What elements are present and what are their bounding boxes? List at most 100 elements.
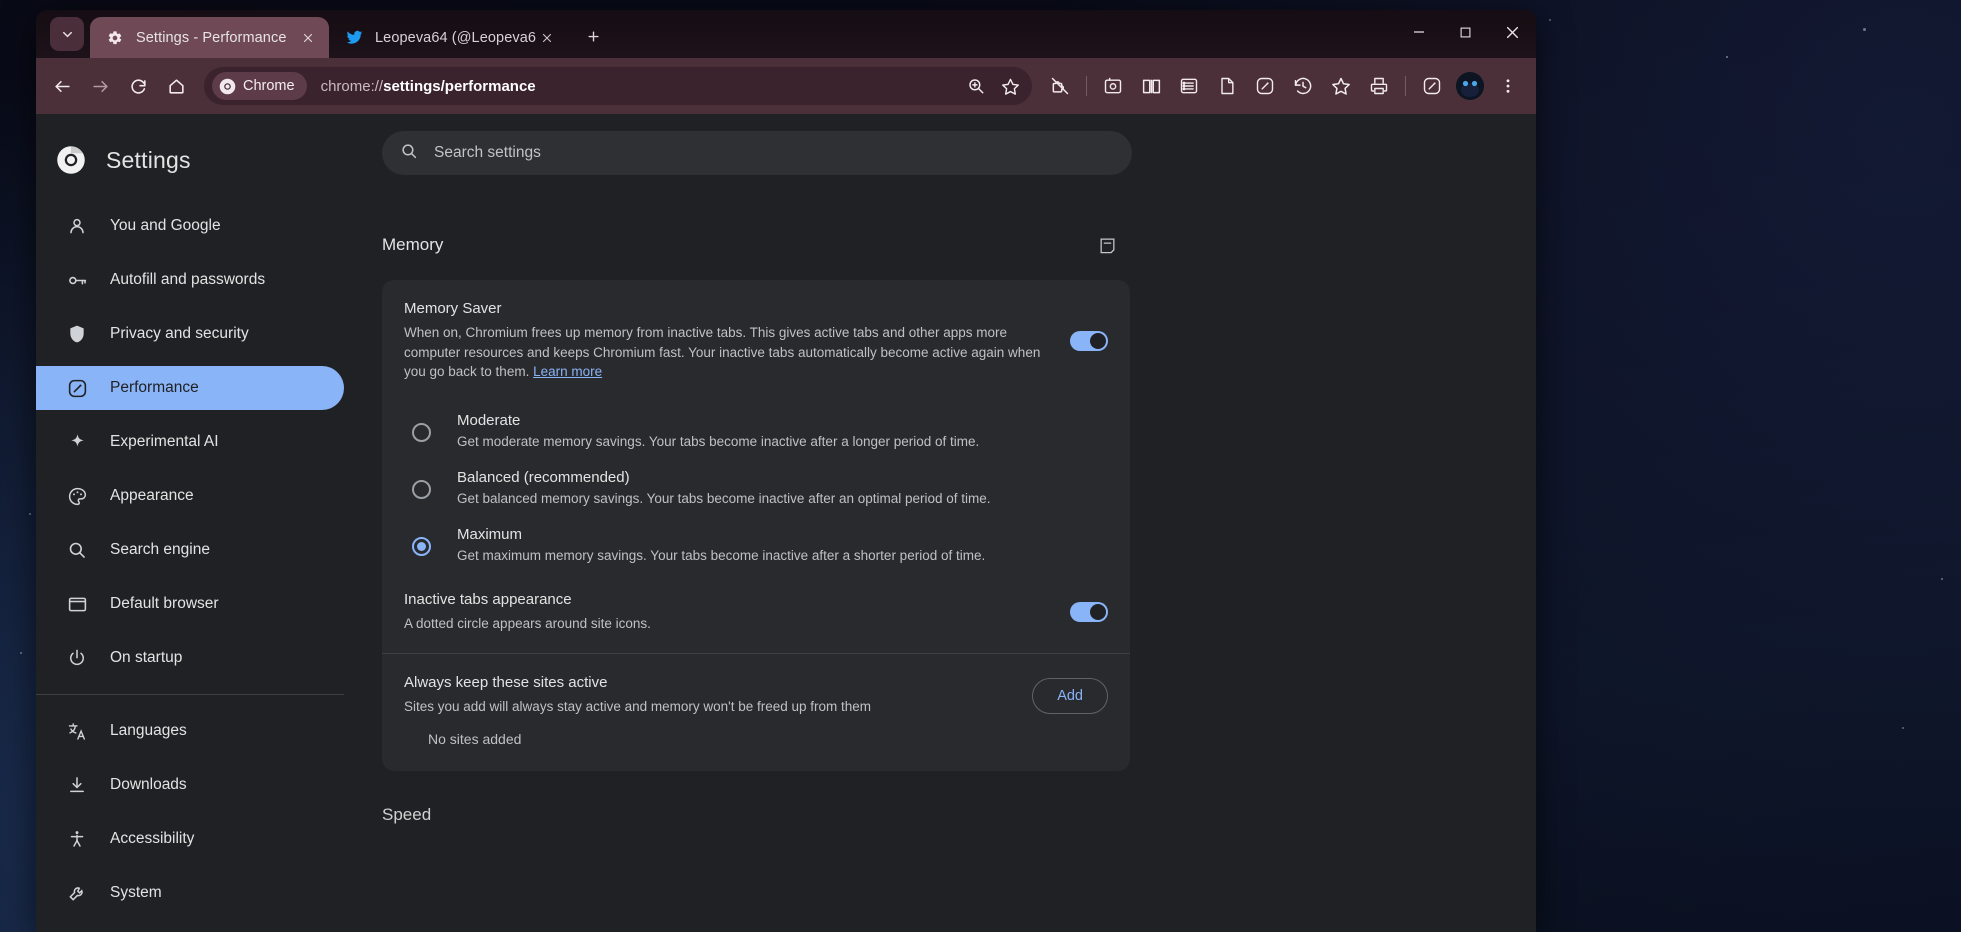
maximize-icon [1460,27,1471,38]
settings-title: Settings [106,147,191,174]
radio-option-balanced[interactable]: Balanced (recommended) Get balanced memo… [404,459,1108,516]
radio-option-moderate[interactable]: Moderate Get moderate memory savings. Yo… [404,402,1108,459]
screenshot-icon[interactable] [1095,68,1131,104]
learn-more-link[interactable]: Learn more [533,364,602,379]
memory-saver-toggle[interactable] [1070,331,1108,351]
reading-mode-icon[interactable] [1133,68,1169,104]
sidebar-item-label: Experimental AI [110,433,219,451]
sidebar-item-accessibility[interactable]: Accessibility [36,817,344,861]
radio-description: Get maximum memory savings. Your tabs be… [457,548,985,563]
sidebar-item-performance[interactable]: Performance [36,366,344,410]
tab-settings-performance[interactable]: Settings - Performance [90,17,329,58]
gauge-icon [66,377,88,399]
avatar[interactable] [1456,72,1484,100]
page-doc-icon[interactable] [1209,68,1245,104]
power-icon [66,647,88,669]
sidebar-item-downloads[interactable]: Downloads [36,763,344,807]
back-button[interactable] [44,68,80,104]
close-icon [1506,26,1519,39]
always-active-description: Sites you add will always stay active an… [404,697,1012,717]
memory-section-header: Memory [382,230,1130,260]
radio-indicator-selected [412,537,431,556]
bookmark-star-icon[interactable] [994,70,1026,102]
next-section-title: Speed [382,805,1130,825]
omnibox-icons [960,70,1026,102]
settings-gear-icon [106,29,124,47]
zoom-in-icon[interactable] [960,70,992,102]
radio-option-maximum[interactable]: Maximum Get maximum memory savings. Your… [404,516,1108,573]
chevron-down-icon [60,27,75,42]
sidebar-item-system[interactable]: System [36,871,344,915]
sidebar-item-you-and-google[interactable]: You and Google [36,204,344,248]
sidebar-item-label: Languages [110,722,187,740]
radio-label: Maximum [457,526,985,543]
performance-gauge-icon[interactable] [1247,68,1283,104]
bookmarks-star-icon[interactable] [1323,68,1359,104]
more-menu-icon[interactable] [1490,68,1526,104]
chrome-chip-label: Chrome [243,78,295,94]
tab-close-button[interactable] [536,27,558,49]
help-outline-icon[interactable] [1092,230,1122,260]
memory-saver-row: Memory Saver When on, Chromium frees up … [382,280,1130,402]
sidebar-item-appearance[interactable]: Appearance [36,474,344,518]
search-input[interactable]: Search settings [382,131,1132,175]
page-title: Memory [382,235,443,255]
extensions-off-icon[interactable] [1042,68,1078,104]
inactive-tabs-row: Inactive tabs appearance A dotted circle… [382,577,1130,652]
forward-button[interactable] [82,68,118,104]
reload-button[interactable] [120,68,156,104]
memory-gauge-icon[interactable] [1414,68,1450,104]
minimize-button[interactable] [1395,10,1442,54]
add-site-button[interactable]: Add [1032,678,1108,714]
wrench-icon [66,882,88,904]
tab-close-button[interactable] [297,27,319,49]
home-button[interactable] [158,68,194,104]
back-icon [53,77,72,96]
radio-description: Get balanced memory savings. Your tabs b… [457,491,991,506]
radio-indicator [412,480,431,499]
sidebar-item-search-engine[interactable]: Search engine [36,528,344,572]
inactive-tabs-toggle[interactable] [1070,602,1108,622]
tab-search-button[interactable] [50,17,84,51]
maximize-button[interactable] [1442,10,1489,54]
always-active-row: Always keep these sites active Sites you… [382,654,1130,731]
close-icon [302,32,314,44]
memory-saver-description: When on, Chromium frees up memory from i… [404,323,1050,382]
url-text: chrome://settings/performance [321,78,960,95]
settings-brand: Settings [36,130,382,190]
sidebar-item-autofill-and-passwords[interactable]: Autofill and passwords [36,258,344,302]
sidebar-item-on-startup[interactable]: On startup [36,636,344,680]
radio-indicator [412,423,431,442]
address-bar[interactable]: Chrome chrome://settings/performance [204,67,1032,105]
print-icon[interactable] [1361,68,1397,104]
download-icon [66,774,88,796]
sidebar-item-label: System [110,884,162,902]
radio-label: Balanced (recommended) [457,469,991,486]
search-placeholder: Search settings [434,144,541,162]
search-icon [400,142,418,165]
window-controls [1395,10,1536,54]
always-active-title: Always keep these sites active [404,674,1012,691]
sidebar-item-default-browser[interactable]: Default browser [36,582,344,626]
tab-leopeva64-twitter[interactable]: Leopeva64 (@Leopeva64) / Twi [329,17,568,58]
sparkle-icon [66,431,88,453]
sidebar-item-label: Downloads [110,776,187,794]
sidebar-item-privacy-and-security[interactable]: Privacy and security [36,312,344,356]
sidebar-item-experimental-ai[interactable]: Experimental AI [36,420,344,464]
chrome-logo-icon [219,78,236,95]
side-panel-list-icon[interactable] [1171,68,1207,104]
url-scheme: chrome:// [321,78,384,95]
twitter-bird-icon [345,29,363,47]
sidebar-divider [36,694,344,695]
minimize-icon [1413,26,1425,38]
tab-title: Leopeva64 (@Leopeva64) / Twi [375,30,536,46]
shield-icon [66,323,88,345]
history-clock-icon[interactable] [1285,68,1321,104]
sidebar-item-languages[interactable]: Languages [36,709,344,753]
new-tab-button[interactable] [578,21,608,51]
key-icon [66,269,88,291]
close-window-button[interactable] [1489,10,1536,54]
home-icon [167,77,186,96]
sidebar-item-label: Performance [110,379,199,397]
inactive-tabs-description: A dotted circle appears around site icon… [404,614,1050,634]
